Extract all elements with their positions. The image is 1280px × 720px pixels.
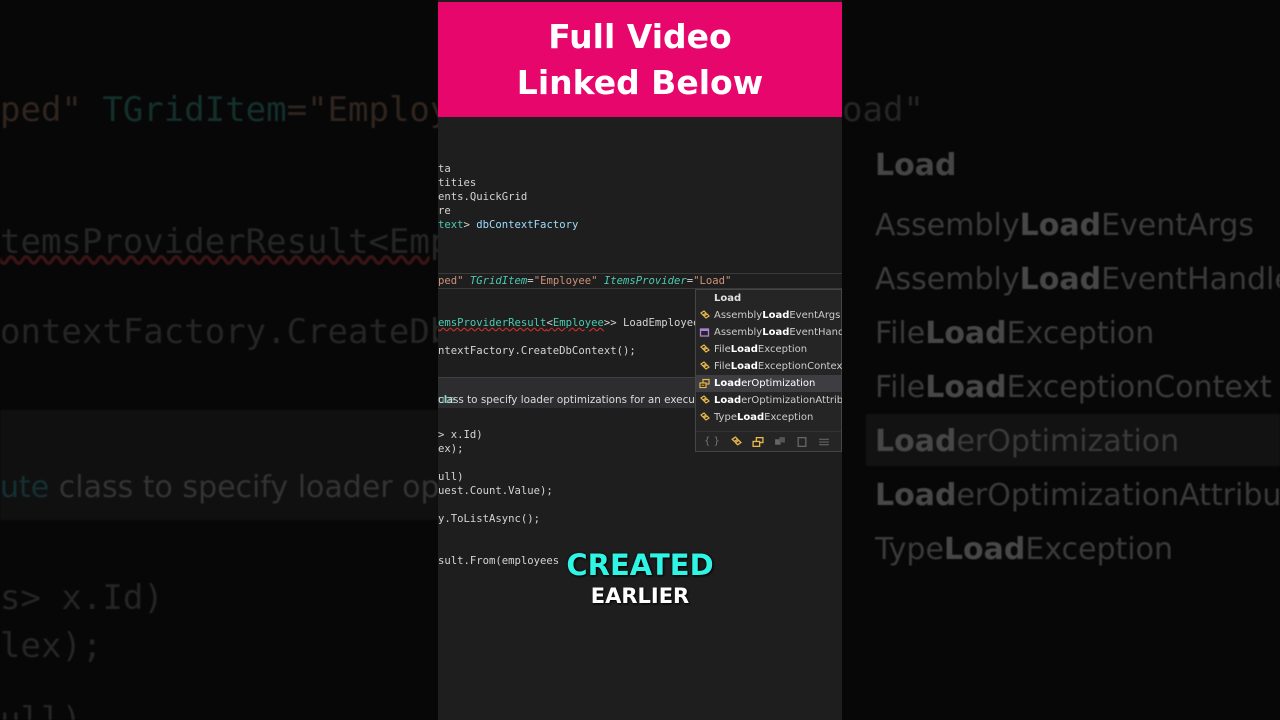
caption-line-1: CREATED (566, 548, 714, 582)
autocomplete-item-fileloadexception[interactable]: FileLoadException (696, 341, 841, 358)
class-icon (700, 310, 710, 319)
class-icon (700, 344, 710, 353)
promo-banner: Full Video Linked Below (438, 2, 842, 117)
caption-line-2: EARLIER (590, 584, 690, 608)
code-line-using-4[interactable]: re (438, 205, 451, 217)
code-line-orderby[interactable]: > x.Id) (438, 429, 483, 441)
autocomplete-filter-bar: { } (696, 431, 841, 451)
enum-icon (699, 378, 710, 389)
code-line-quickgrid[interactable]: ped" TGridItem="Employee" ItemsProvider=… (438, 275, 731, 287)
class-icon (700, 361, 710, 370)
quickinfo-tooltip: ute class to specify loader optimization… (438, 377, 725, 408)
code-line-using-3[interactable]: ents.QuickGrid (438, 191, 527, 203)
code-line-using-1[interactable]: ta (438, 163, 451, 175)
code-line-take[interactable]: uest.Count.Value); (438, 485, 553, 497)
autocomplete-header: Load (714, 293, 742, 304)
class-icon (700, 395, 710, 404)
interface-filter-icon[interactable] (796, 436, 808, 448)
autocomplete-item-typeloadexception[interactable]: TypeLoadException (696, 409, 841, 426)
banner-line-2: Linked Below (516, 62, 764, 102)
code-line-create-context[interactable]: ntextFactory.CreateDbContext(); (438, 345, 636, 357)
class-icon (700, 412, 710, 421)
code-line-tolist[interactable]: y.ToListAsync(); (438, 513, 540, 525)
class-filter-icon[interactable] (730, 435, 742, 448)
code-line-method[interactable]: emsProviderResult<Employee>> LoadEmploye… (438, 317, 700, 329)
code-line-skip[interactable]: ex); (438, 443, 464, 455)
enum-filter-icon[interactable] (752, 436, 764, 448)
autocomplete-item-assemblyloadeventargs[interactable]: AssemblyLoadEventArgs (696, 307, 841, 324)
delegate-icon (699, 328, 710, 337)
video-frame: Full Video Linked Below ta tities ents.Q… (438, 0, 842, 720)
autocomplete-item-loaderoptimization[interactable]: LoaderOptimization (696, 375, 841, 392)
autocomplete-item-loaderoptimizationattribute[interactable]: LoaderOptimizationAttribute (696, 392, 842, 409)
code-line-inject[interactable]: text> dbContextFactory (438, 219, 578, 231)
autocomplete-popup: Load AssemblyLoadEventArgs AssemblyLoadE… (695, 289, 842, 452)
namespace-filter-icon[interactable]: { } (704, 436, 720, 447)
code-line-using-2[interactable]: tities (438, 177, 476, 189)
snippet-filter-icon[interactable] (818, 436, 830, 448)
autocomplete-item-fileloadexceptioncontext[interactable]: FileLoadExceptionContext (696, 358, 842, 375)
code-line-null-check[interactable]: ull) (438, 471, 464, 483)
autocomplete-item-assemblyloadeventhandler[interactable]: AssemblyLoadEventHandler (696, 324, 842, 341)
code-editor: ta tities ents.QuickGrid re text> dbCont… (438, 117, 842, 720)
banner-line-1: Full Video (548, 16, 732, 56)
struct-filter-icon[interactable] (774, 436, 786, 448)
